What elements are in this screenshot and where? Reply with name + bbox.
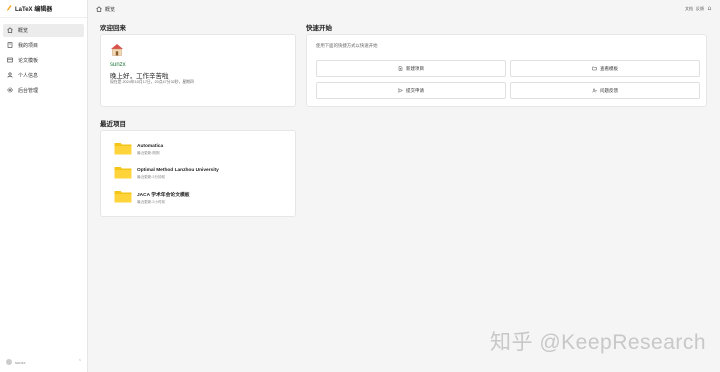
feedback-button[interactable]: 问题反馈	[510, 82, 700, 99]
welcome-datetime: 现在是 2024年10月17日，20点47分32秒，星期四	[110, 80, 194, 84]
folder-icon	[114, 189, 132, 208]
breadcrumb: 概览	[105, 6, 116, 13]
project-updated: 最近更新:2小时前	[137, 200, 166, 204]
avatar	[6, 359, 12, 365]
sidebar-item-label: 个人信息	[18, 73, 39, 79]
new-project-button[interactable]: 新建项目	[316, 60, 506, 77]
submit-request-label: 提交申请	[406, 87, 424, 93]
sidebar-item-templates[interactable]: 论文模板	[3, 54, 84, 67]
feedback-link[interactable]: 反馈	[696, 6, 704, 12]
sidebar-item-label: 后台管理	[18, 88, 39, 94]
project-item[interactable]: Optimal Method Lanzhou University 最近更新:2…	[114, 165, 219, 183]
sidebar-item-admin[interactable]: 后台管理	[3, 84, 84, 97]
watermark: 知乎 @KeepResearch	[490, 331, 707, 354]
recent-projects-card: Automatica 最近更新:刚刚 Optimal Method Lanzho…	[100, 130, 296, 217]
project-name: Automatica	[137, 144, 164, 149]
project-item[interactable]: JACA 学术年会论文模板 最近更新:2小时前	[114, 189, 190, 207]
app-brand[interactable]: LaTeX 编辑器	[0, 0, 87, 18]
file-plus-icon	[398, 65, 403, 72]
sidebar-item-overview[interactable]: 概览	[3, 24, 84, 37]
pencil-icon	[6, 4, 12, 14]
home-icon	[7, 26, 13, 35]
sidebar: LaTeX 编辑器 概览 我的项目 论文模板 个人信息 后台管理 sunzx ⌃	[0, 0, 88, 372]
header-actions: 文档 反馈	[685, 6, 712, 12]
quickstart-title: 快速开始	[306, 25, 332, 32]
book-icon	[7, 41, 13, 50]
recent-title: 最近项目	[100, 121, 126, 128]
folder-icon	[114, 165, 132, 184]
home-icon[interactable]	[96, 6, 102, 12]
folder-icon	[114, 141, 132, 160]
quickstart-description: 使用下面的快捷方式以快速开始	[316, 43, 378, 48]
sidebar-user[interactable]: sunzx ⌃	[0, 352, 88, 372]
template-icon	[7, 57, 13, 65]
sidebar-username: sunzx	[15, 359, 26, 365]
submit-request-button[interactable]: 提交申请	[316, 82, 506, 99]
view-templates-button[interactable]: 查看模板	[510, 60, 700, 77]
sidebar-item-label: 我的项目	[18, 43, 39, 49]
project-updated: 最近更新:2分钟前	[137, 175, 166, 179]
new-project-label: 新建项目	[406, 65, 424, 71]
user-help-icon	[592, 88, 597, 94]
sidebar-item-label: 概览	[18, 28, 29, 34]
project-item[interactable]: Automatica 最近更新:刚刚	[114, 141, 163, 159]
app-title: LaTeX 编辑器	[15, 7, 53, 13]
sidebar-item-label: 论文模板	[18, 58, 39, 64]
welcome-username: sunzx	[110, 62, 126, 68]
welcome-title: 欢迎回来	[100, 25, 126, 32]
feedback-label: 问题反馈	[600, 87, 618, 93]
gear-icon	[7, 86, 13, 95]
sidebar-item-projects[interactable]: 我的项目	[3, 39, 84, 52]
project-name: Optimal Method Lanzhou University	[137, 168, 219, 173]
chevron-up-down-icon: ⌃	[77, 359, 82, 365]
welcome-card: sunzx 晚上好，工作辛苦啦 现在是 2024年10月17日，20点47分32…	[100, 34, 296, 107]
project-updated: 最近更新:刚刚	[137, 151, 160, 155]
sidebar-nav: 概览 我的项目 论文模板 个人信息 后台管理	[0, 18, 87, 105]
house-icon	[110, 43, 124, 56]
view-templates-label: 查看模板	[600, 65, 618, 71]
bell-icon[interactable]	[707, 6, 712, 12]
quickstart-card: 使用下面的快捷方式以快速开始 新建项目 查看模板 提交申请 问题反馈	[306, 34, 707, 107]
project-name: JACA 学术年会论文模板	[137, 193, 190, 198]
user-icon	[7, 71, 13, 80]
welcome-greeting: 晚上好，工作辛苦啦	[110, 72, 169, 80]
send-icon	[398, 87, 404, 94]
sidebar-item-profile[interactable]: 个人信息	[3, 69, 84, 82]
docs-link[interactable]: 文档	[685, 6, 693, 12]
folder-open-icon	[592, 66, 597, 72]
top-bar: 概览 文档 反馈	[88, 0, 720, 18]
